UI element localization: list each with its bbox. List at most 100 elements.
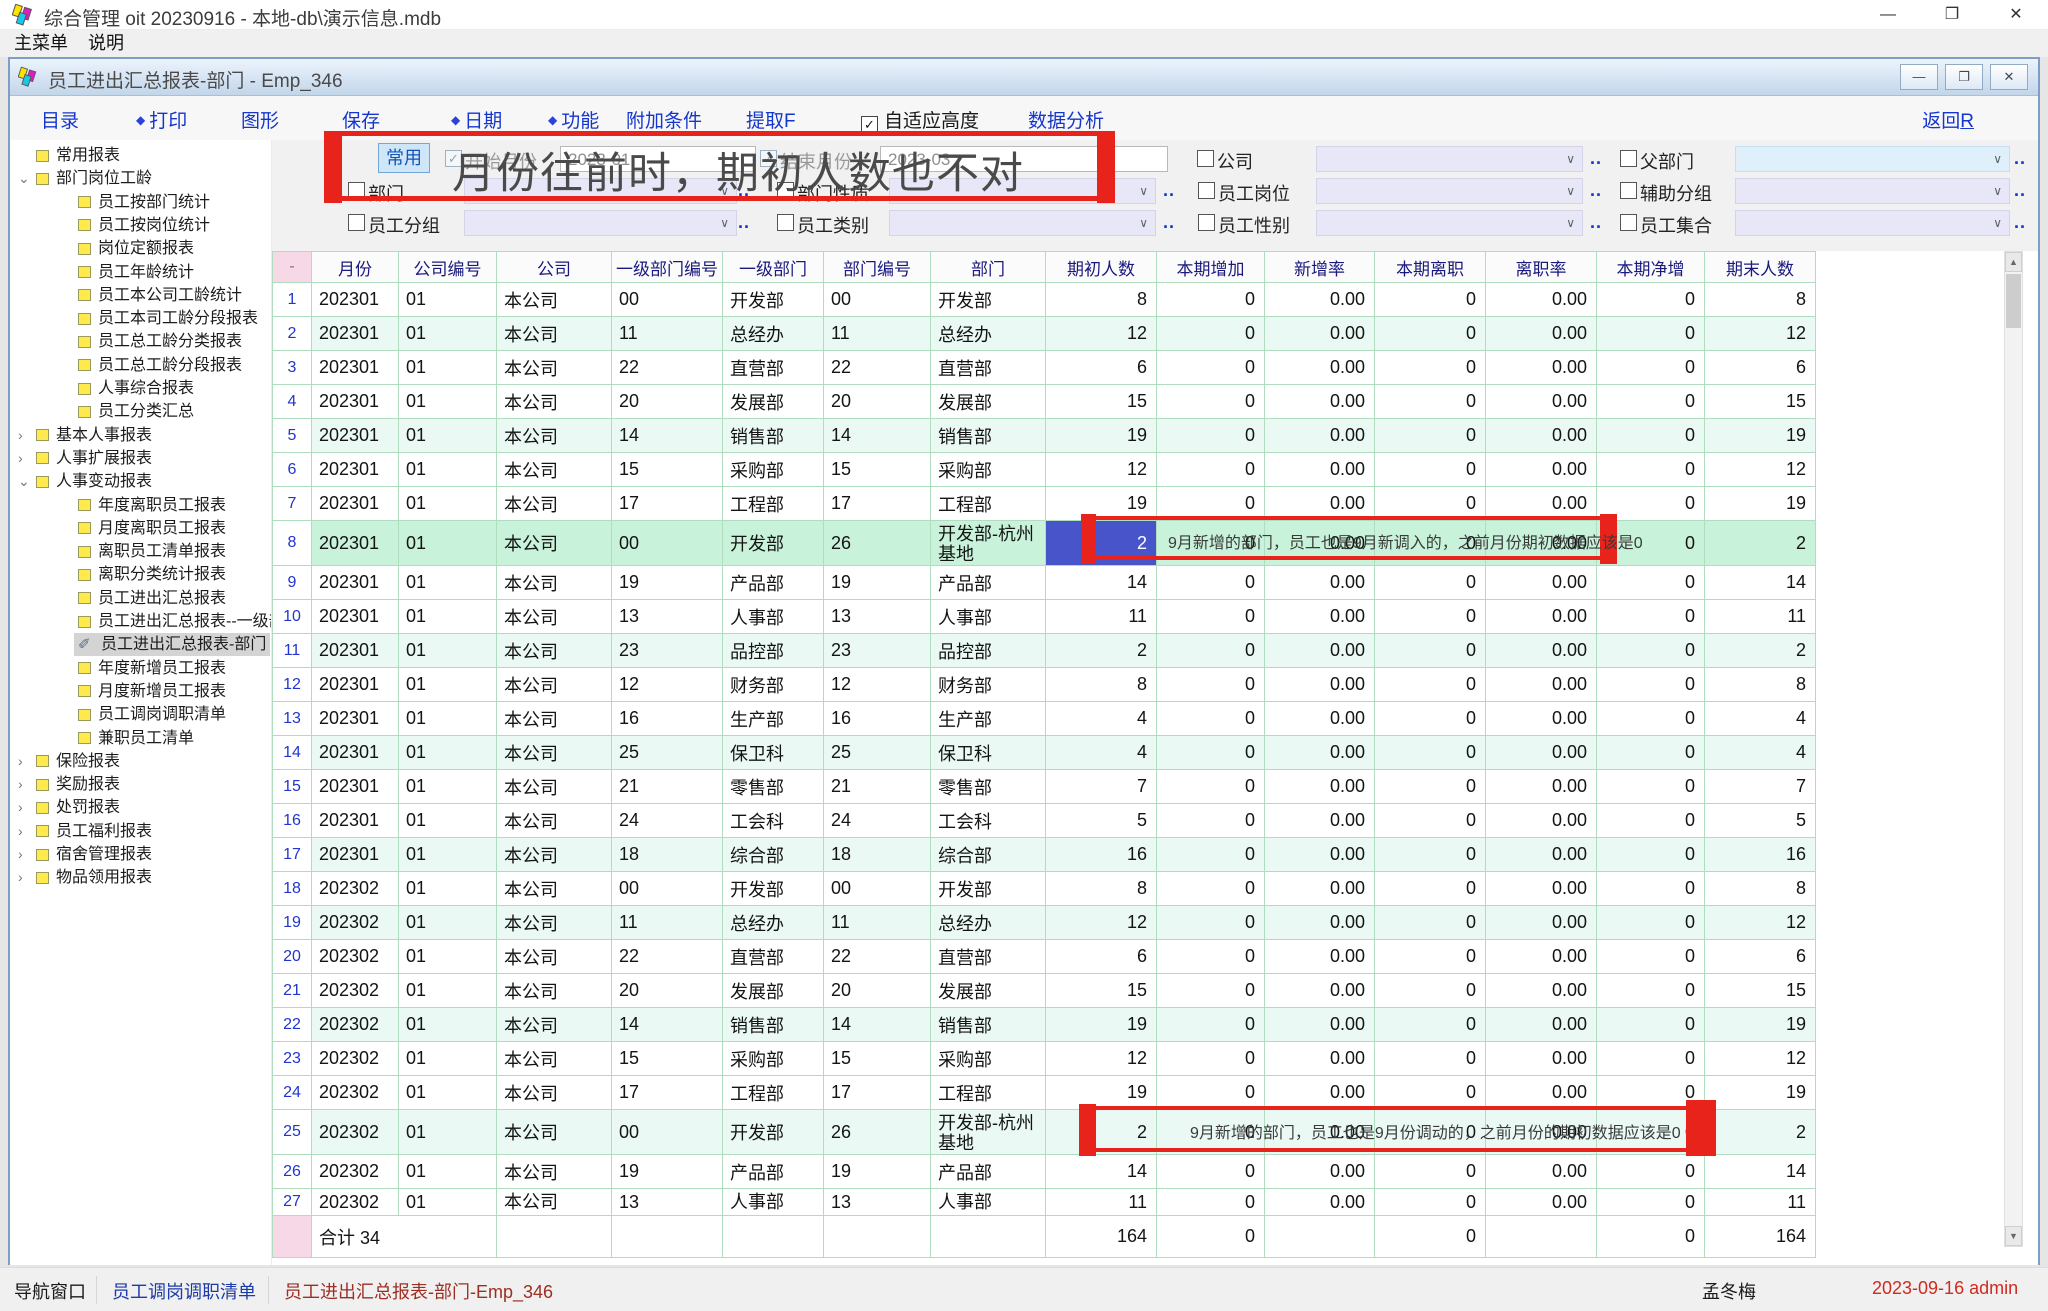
scrollbar-thumb[interactable] <box>2006 274 2021 328</box>
table-cell[interactable]: 13 <box>824 1189 931 1216</box>
table-cell[interactable]: 本公司 <box>497 634 612 668</box>
table-cell[interactable]: 0.00 <box>1486 838 1597 872</box>
table-cell[interactable]: 12 <box>824 668 931 702</box>
table-cell[interactable]: 20 <box>824 385 931 419</box>
table-cell[interactable]: 17 <box>612 1076 723 1110</box>
row-number-cell[interactable]: 19 <box>273 906 312 940</box>
table-cell[interactable]: 19 <box>1046 419 1157 453</box>
table-cell[interactable]: 0.00 <box>1486 600 1597 634</box>
table-cell[interactable]: 本公司 <box>497 906 612 940</box>
table-cell[interactable]: 19 <box>1046 487 1157 521</box>
table-cell[interactable]: 开发部 <box>931 872 1046 906</box>
table-cell[interactable]: 8 <box>1705 283 1816 317</box>
table-cell[interactable]: 0 <box>1375 1042 1486 1076</box>
table-cell[interactable]: 0.00 <box>1486 1076 1597 1110</box>
table-cell[interactable]: 0 <box>1375 634 1486 668</box>
table-cell[interactable]: 202301 <box>312 317 399 351</box>
table-cell[interactable]: 0 <box>1597 634 1705 668</box>
table-cell[interactable]: 0 <box>1157 1008 1265 1042</box>
table-cell[interactable]: 15 <box>1046 974 1157 1008</box>
table-cell[interactable]: 01 <box>399 283 497 317</box>
table-cell[interactable]: 本公司 <box>497 1008 612 1042</box>
table-cell[interactable]: 0 <box>1157 453 1265 487</box>
filter-select-employee-category[interactable]: ∨ <box>889 210 1156 236</box>
table-cell[interactable]: 零售部 <box>723 770 824 804</box>
table-cell[interactable]: 本公司 <box>497 487 612 521</box>
table-cell[interactable]: 0 <box>1597 770 1705 804</box>
table-cell[interactable]: 01 <box>399 1189 497 1216</box>
table-cell[interactable]: 0 <box>1375 351 1486 385</box>
table-cell[interactable]: 0 <box>1375 1110 1486 1155</box>
table-cell[interactable]: 14 <box>612 1008 723 1042</box>
maximize-icon[interactable]: ❐ <box>1920 0 1984 30</box>
table-cell[interactable]: 0 <box>1157 1110 1265 1155</box>
table-cell[interactable]: 01 <box>399 317 497 351</box>
filter-checkbox-department[interactable] <box>348 182 365 199</box>
table-cell[interactable]: 0 <box>1157 1042 1265 1076</box>
table-cell[interactable]: 6 <box>1046 940 1157 974</box>
table-cell[interactable]: 0 <box>1597 283 1705 317</box>
table-cell[interactable]: 12 <box>1046 317 1157 351</box>
table-cell[interactable]: 15 <box>824 453 931 487</box>
table-cell[interactable]: 0.00 <box>1486 804 1597 838</box>
table-cell[interactable]: 工程部 <box>931 487 1046 521</box>
column-header-10[interactable]: 新增率 <box>1265 252 1375 283</box>
table-cell[interactable]: 25 <box>612 736 723 770</box>
row-number-cell[interactable]: 2 <box>273 317 312 351</box>
tree-item[interactable]: 年度新增员工报表 <box>10 657 272 680</box>
table-cell[interactable]: 6 <box>1046 351 1157 385</box>
row-number-cell[interactable]: 17 <box>273 838 312 872</box>
tree-item[interactable]: 员工进出汇总报表--一级部门 <box>10 610 272 633</box>
row-number-cell[interactable]: 9 <box>273 566 312 600</box>
table-cell[interactable]: 工程部 <box>931 1076 1046 1110</box>
table-cell[interactable]: 2 <box>1705 1110 1816 1155</box>
table-cell[interactable]: 0 <box>1375 838 1486 872</box>
table-cell[interactable]: 12 <box>1705 1042 1816 1076</box>
table-cell[interactable]: 24 <box>612 804 723 838</box>
table-cell[interactable]: 18 <box>824 838 931 872</box>
tree-item[interactable]: 离职员工清单报表 <box>10 540 272 563</box>
table-cell[interactable]: 19 <box>612 1155 723 1189</box>
row-number-cell[interactable]: 11 <box>273 634 312 668</box>
row-number-cell[interactable]: 21 <box>273 974 312 1008</box>
column-header-2[interactable]: 公司编号 <box>399 252 497 283</box>
table-cell[interactable]: 0 <box>1157 351 1265 385</box>
table-cell[interactable]: 0 <box>1597 736 1705 770</box>
table-cell[interactable]: 0.00 <box>1265 1189 1375 1216</box>
table-cell[interactable]: 2 <box>1705 521 1816 566</box>
table-cell[interactable]: 0.00 <box>1486 770 1597 804</box>
table-cell[interactable]: 品控部 <box>931 634 1046 668</box>
table-cell[interactable]: 0 <box>1375 1008 1486 1042</box>
table-cell[interactable]: 总经办 <box>723 317 824 351</box>
table-cell[interactable]: 01 <box>399 351 497 385</box>
table-cell[interactable]: 01 <box>399 1042 497 1076</box>
expand-arrow-icon[interactable]: › <box>18 773 32 796</box>
column-header-6[interactable]: 部门编号 <box>824 252 931 283</box>
table-cell[interactable]: 0.00 <box>1486 453 1597 487</box>
table-cell[interactable]: 0 <box>1157 906 1265 940</box>
table-cell[interactable]: 0 <box>1597 1076 1705 1110</box>
tree-item[interactable]: 兼职员工清单 <box>10 727 272 750</box>
table-cell[interactable]: 开发部-杭州基地 <box>931 521 1046 566</box>
table-cell[interactable]: 0 <box>1157 1155 1265 1189</box>
table-cell[interactable]: 202302 <box>312 872 399 906</box>
row-number-cell[interactable]: 16 <box>273 804 312 838</box>
table-cell[interactable]: 0 <box>1375 283 1486 317</box>
table-cell[interactable]: 本公司 <box>497 600 612 634</box>
table-cell[interactable]: 13 <box>612 600 723 634</box>
table-cell[interactable]: 17 <box>824 1076 931 1110</box>
table-cell[interactable]: 采购部 <box>723 453 824 487</box>
table-cell[interactable]: 202301 <box>312 736 399 770</box>
table-cell[interactable]: 6 <box>1705 351 1816 385</box>
table-cell[interactable]: 0 <box>1597 804 1705 838</box>
table-cell[interactable]: 本公司 <box>497 521 612 566</box>
table-cell[interactable]: 8 <box>1705 872 1816 906</box>
table-cell[interactable]: 发展部 <box>723 385 824 419</box>
table-cell[interactable]: 本公司 <box>497 668 612 702</box>
table-cell[interactable]: 15 <box>1705 385 1816 419</box>
table-cell[interactable]: 0 <box>1157 521 1265 566</box>
table-cell[interactable]: 25 <box>824 736 931 770</box>
table-cell[interactable]: 本公司 <box>497 1189 612 1216</box>
table-cell[interactable]: 本公司 <box>497 1110 612 1155</box>
scroll-up-icon[interactable]: ▲ <box>2005 252 2022 272</box>
